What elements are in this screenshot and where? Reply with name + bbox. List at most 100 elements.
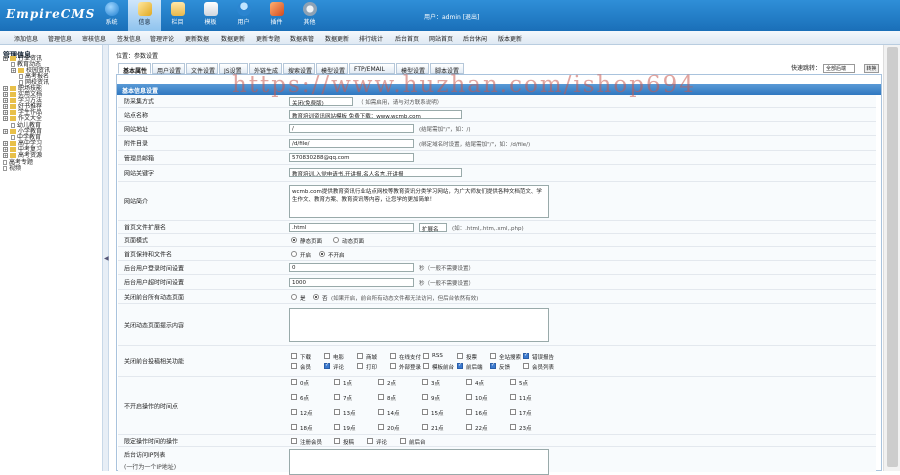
login-time-input[interactable]: 0 bbox=[289, 263, 414, 272]
menu-item[interactable]: 排行统计 bbox=[359, 34, 383, 43]
radio-static[interactable] bbox=[291, 237, 297, 243]
tab[interactable]: FTP/EMAIL bbox=[349, 63, 395, 74]
module-checkbox[interactable] bbox=[523, 363, 529, 369]
nav-column[interactable]: 栏目 bbox=[161, 0, 194, 31]
module-checkbox[interactable] bbox=[423, 353, 429, 359]
nav-user[interactable]: 用户 bbox=[227, 0, 260, 31]
tab[interactable]: JS设置 bbox=[219, 63, 248, 75]
menu-item[interactable]: 签发信息 bbox=[117, 34, 141, 43]
hour-checkbox[interactable] bbox=[378, 409, 384, 415]
menu-item[interactable]: 数据更新 bbox=[221, 34, 245, 43]
tab[interactable]: 模型设置 bbox=[316, 63, 348, 75]
menu-item[interactable]: 网站首页 bbox=[429, 34, 453, 43]
hour-checkbox[interactable] bbox=[422, 379, 428, 385]
collapse-arrow-icon[interactable]: ◀ bbox=[104, 255, 109, 262]
site-url-input[interactable]: / bbox=[289, 124, 414, 133]
ip-list-textarea[interactable] bbox=[289, 449, 549, 475]
tab[interactable]: 基本属性 bbox=[118, 63, 151, 75]
admin-email-input[interactable]: 570830288@qq.com bbox=[289, 153, 414, 162]
index-ext-input[interactable]: .html bbox=[289, 223, 414, 232]
module-checkbox[interactable] bbox=[423, 363, 429, 369]
hour-checkbox[interactable] bbox=[422, 424, 428, 430]
menu-item[interactable]: 管理信息 bbox=[48, 34, 72, 43]
hour-checkbox[interactable] bbox=[334, 394, 340, 400]
hour-checkbox[interactable] bbox=[291, 394, 297, 400]
nav-plugin[interactable]: 插件 bbox=[260, 0, 293, 31]
hour-checkbox[interactable] bbox=[510, 379, 516, 385]
hour-checkbox[interactable] bbox=[466, 424, 472, 430]
nav-other[interactable]: 其他 bbox=[293, 0, 326, 31]
menu-item[interactable]: 更新专题 bbox=[256, 34, 280, 43]
tab[interactable]: 脚本设置 bbox=[430, 63, 464, 75]
hour-checkbox[interactable] bbox=[466, 379, 472, 385]
keywords-input[interactable]: 教育培训,入党申请书,开讲报,名人名言,开讲报 bbox=[289, 168, 462, 177]
radio-enable[interactable] bbox=[291, 251, 297, 257]
menu-item[interactable]: 后台休闲 bbox=[463, 34, 487, 43]
limit-op-checkbox[interactable] bbox=[291, 438, 297, 444]
hour-checkbox[interactable] bbox=[510, 409, 516, 415]
hour-checkbox[interactable] bbox=[510, 424, 516, 430]
scrollbar-thumb[interactable] bbox=[887, 47, 898, 467]
index-ext-select[interactable]: 扩展名 bbox=[419, 223, 447, 233]
module-checkbox[interactable] bbox=[357, 363, 363, 369]
anti-collect-select[interactable]: 关闭(免费版) bbox=[289, 97, 353, 107]
hour-checkbox[interactable] bbox=[334, 409, 340, 415]
hour-checkbox[interactable] bbox=[466, 409, 472, 415]
description-textarea[interactable]: wcmb.com提供教育资讯行业站点网校等教育资讯分类学习网站，为广大师友们提供… bbox=[289, 185, 549, 218]
hour-checkbox[interactable] bbox=[291, 409, 297, 415]
close-msg-textarea[interactable] bbox=[289, 308, 549, 342]
logout-time-input[interactable]: 1000 bbox=[289, 278, 414, 287]
scrollbar[interactable] bbox=[883, 45, 900, 471]
menu-item[interactable]: 后台首页 bbox=[395, 34, 419, 43]
menu-item[interactable]: 版本更新 bbox=[498, 34, 522, 43]
menu-item[interactable]: 管理评论 bbox=[150, 34, 174, 43]
module-checkbox[interactable] bbox=[457, 353, 463, 359]
hour-checkbox[interactable] bbox=[378, 379, 384, 385]
module-checkbox[interactable] bbox=[390, 363, 396, 369]
tab[interactable]: 文件设置 bbox=[186, 63, 218, 75]
module-checkbox[interactable] bbox=[390, 353, 396, 359]
hour-checkbox[interactable] bbox=[334, 379, 340, 385]
site-name-input[interactable]: 教育培训资讯网站模板 免费下载：www.wcmb.com bbox=[289, 110, 462, 119]
menu-item[interactable]: 审核信息 bbox=[82, 34, 106, 43]
tab[interactable]: 模型设置 bbox=[396, 63, 429, 75]
hour-checkbox[interactable] bbox=[422, 409, 428, 415]
module-checkbox[interactable] bbox=[357, 353, 363, 359]
tab[interactable]: 外链生成 bbox=[249, 63, 282, 75]
tab[interactable]: 搜索设置 bbox=[283, 63, 315, 75]
tab[interactable]: 用户设置 bbox=[152, 63, 185, 75]
radio-close-yes[interactable] bbox=[291, 294, 297, 300]
menu-item[interactable]: 数据更新 bbox=[325, 34, 349, 43]
module-checkbox[interactable] bbox=[291, 363, 297, 369]
module-checkbox[interactable] bbox=[457, 362, 463, 369]
limit-op-checkbox[interactable] bbox=[367, 438, 373, 444]
hour-checkbox[interactable] bbox=[422, 394, 428, 400]
hour-checkbox[interactable] bbox=[291, 379, 297, 385]
module-checkbox[interactable] bbox=[490, 353, 496, 359]
menu-item[interactable]: 数据表管 bbox=[290, 34, 314, 43]
hour-checkbox[interactable] bbox=[334, 424, 340, 430]
menu-item[interactable]: 添加信息 bbox=[14, 34, 38, 43]
hour-checkbox[interactable] bbox=[466, 394, 472, 400]
limit-op-checkbox[interactable] bbox=[334, 438, 340, 444]
module-checkbox[interactable] bbox=[291, 353, 297, 359]
tree-node[interactable]: 视频 bbox=[3, 163, 21, 172]
nav-system[interactable]: 系统 bbox=[95, 0, 128, 31]
nav-template[interactable]: 模板 bbox=[194, 0, 227, 31]
radio-close-no[interactable] bbox=[313, 294, 319, 300]
user-info[interactable]: 用户：admin [退出] bbox=[424, 12, 479, 21]
hour-checkbox[interactable] bbox=[291, 424, 297, 430]
limit-op-checkbox[interactable] bbox=[400, 438, 406, 444]
hour-checkbox[interactable] bbox=[510, 394, 516, 400]
module-checkbox[interactable] bbox=[490, 362, 496, 369]
file-dir-input[interactable]: /d/file/ bbox=[289, 139, 414, 148]
radio-disable[interactable] bbox=[319, 251, 325, 257]
menu-item[interactable]: 更新数据 bbox=[185, 34, 209, 43]
module-checkbox[interactable] bbox=[324, 362, 330, 369]
hour-checkbox[interactable] bbox=[378, 394, 384, 400]
hour-checkbox[interactable] bbox=[378, 424, 384, 430]
module-checkbox[interactable] bbox=[523, 352, 529, 359]
radio-dynamic[interactable] bbox=[333, 237, 339, 243]
module-checkbox[interactable] bbox=[324, 353, 330, 359]
nav-info[interactable]: 信息 bbox=[128, 0, 161, 31]
